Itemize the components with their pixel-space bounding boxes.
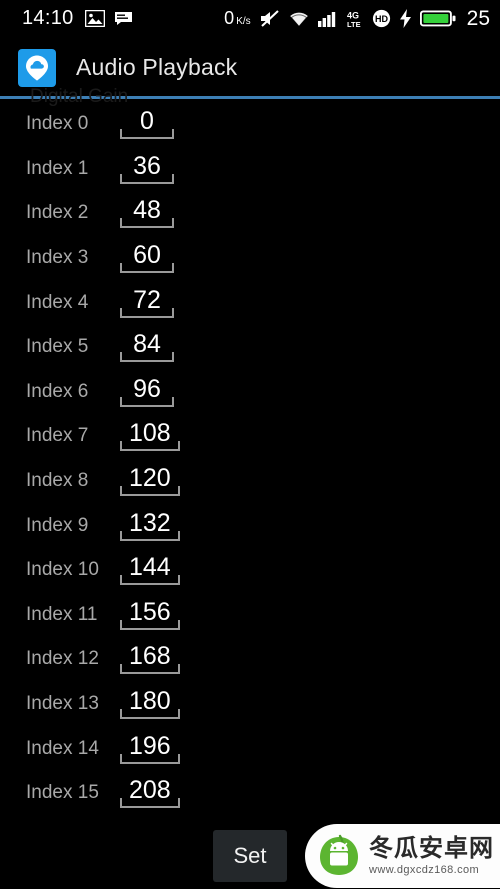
gain-value-text: 84 [133, 330, 161, 359]
phone-screen: 14:10 0 K/s 4G LTE HD 25 Audio Playback … [0, 0, 500, 889]
index-label: Index 13 [26, 693, 99, 715]
data-speed-value: 0 [224, 8, 235, 28]
list-item: Index 1 36 [0, 147, 500, 192]
page-title: Audio Playback [76, 54, 238, 80]
gain-value-text: 156 [129, 597, 171, 626]
index-label: Index 10 [26, 559, 99, 581]
svg-text:HD: HD [375, 14, 388, 24]
gain-value-text: 0 [140, 107, 154, 136]
list-item: Index 6 96 [0, 370, 500, 415]
index-label: Index 7 [26, 425, 89, 447]
gain-value-text: 96 [133, 374, 161, 403]
gain-value-input[interactable]: 0 [119, 107, 175, 140]
gain-value-input[interactable]: 208 [119, 776, 181, 809]
list-item: Index 5 84 [0, 325, 500, 370]
index-label: Index 3 [26, 247, 89, 269]
gain-value-input[interactable]: 60 [119, 241, 175, 274]
charging-bolt-icon [399, 9, 412, 28]
gain-value-text: 208 [129, 776, 171, 805]
gain-value-text: 144 [129, 553, 171, 582]
status-bar-system-icons: 0 K/s 4G LTE HD 25 [224, 7, 490, 31]
data-speed-indicator: 0 K/s [224, 8, 250, 29]
list-item: Index 15 208 [0, 771, 500, 816]
signal-bars-icon [317, 10, 339, 27]
gain-value-input[interactable]: 120 [119, 464, 181, 497]
list-item: Index 3 60 [0, 236, 500, 281]
index-label: Index 11 [26, 603, 98, 625]
gain-value-input[interactable]: 108 [119, 419, 181, 452]
index-label: Index 12 [26, 648, 99, 670]
gain-value-text: 48 [133, 196, 161, 225]
gain-value-input[interactable]: 196 [119, 731, 181, 764]
gain-value-text: 60 [133, 241, 161, 270]
gain-value-input[interactable]: 72 [119, 285, 175, 318]
gain-value-input[interactable]: 156 [119, 597, 181, 630]
index-label: Index 5 [26, 336, 89, 358]
gain-value-input[interactable]: 84 [119, 330, 175, 363]
index-label: Index 14 [26, 737, 99, 759]
gain-value-text: 180 [129, 687, 171, 716]
gain-value-input[interactable]: 180 [119, 687, 181, 720]
gain-value-input[interactable]: 96 [119, 374, 175, 407]
index-label: Index 1 [26, 157, 89, 179]
image-icon [84, 10, 105, 27]
index-label: Index 2 [26, 202, 89, 224]
list-item: Index 4 72 [0, 280, 500, 325]
mute-icon [259, 9, 280, 28]
gain-value-text: 168 [129, 642, 171, 671]
winter-melon-android-logo-icon [317, 834, 361, 878]
list-item: Index 0 0 [0, 102, 500, 147]
gain-value-text: 108 [129, 419, 171, 448]
index-label: Index 8 [26, 470, 89, 492]
wifi-icon [288, 10, 310, 27]
gain-index-list[interactable]: Index 0 0 Index 1 36 Index 2 48 Index 3 60 Index… [0, 102, 500, 820]
gain-value-input[interactable]: 48 [119, 196, 175, 229]
watermark-url: www.dgxcdz168.com [369, 863, 480, 876]
index-label: Index 15 [26, 782, 99, 804]
list-item: Index 12 168 [0, 637, 500, 682]
gain-value-text: 72 [133, 285, 161, 314]
gain-value-text: 132 [129, 508, 171, 537]
list-item: Index 7 108 [0, 414, 500, 459]
list-item: Index 10 144 [0, 548, 500, 593]
index-label: Index 9 [26, 514, 89, 536]
gain-value-input[interactable]: 168 [119, 642, 181, 675]
index-label: Index 4 [26, 291, 89, 313]
watermark-texts: 冬瓜安卓网 www.dgxcdz168.com [369, 834, 494, 876]
hd-icon: HD [372, 9, 391, 28]
watermark-site-name: 冬瓜安卓网 [369, 834, 494, 862]
message-icon [114, 11, 133, 26]
list-item: Index 14 196 [0, 726, 500, 771]
cloud-pin-icon [18, 48, 56, 87]
list-item: Index 9 132 [0, 503, 500, 548]
gain-value-text: 196 [129, 731, 171, 760]
battery-percent-label: 25 [466, 6, 490, 30]
status-bar-clock: 14:10 [22, 7, 74, 29]
gain-value-input[interactable]: 132 [119, 508, 181, 541]
4g-lte-icon: 4G LTE [347, 10, 364, 28]
svg-text:LTE: LTE [347, 20, 361, 28]
svg-text:4G: 4G [347, 10, 359, 20]
watermark: 冬瓜安卓网 www.dgxcdz168.com [305, 824, 500, 888]
list-item: Index 11 156 [0, 593, 500, 638]
list-item: Index 8 120 [0, 459, 500, 504]
list-item: Index 2 48 [0, 191, 500, 236]
list-item: Index 13 180 [0, 682, 500, 727]
index-label: Index 6 [26, 380, 89, 402]
gain-value-input[interactable]: 144 [119, 553, 181, 586]
index-label: Index 0 [26, 113, 89, 135]
set-button[interactable]: Set [213, 830, 287, 882]
gain-value-text: 120 [129, 464, 171, 493]
data-speed-unit: K/s [236, 16, 251, 27]
gain-value-text: 36 [133, 151, 161, 180]
battery-icon [419, 9, 456, 28]
status-bar-notification-icons [84, 10, 133, 27]
gain-value-input[interactable]: 36 [119, 151, 175, 184]
status-bar: 14:10 0 K/s 4G LTE HD 25 [0, 0, 500, 37]
